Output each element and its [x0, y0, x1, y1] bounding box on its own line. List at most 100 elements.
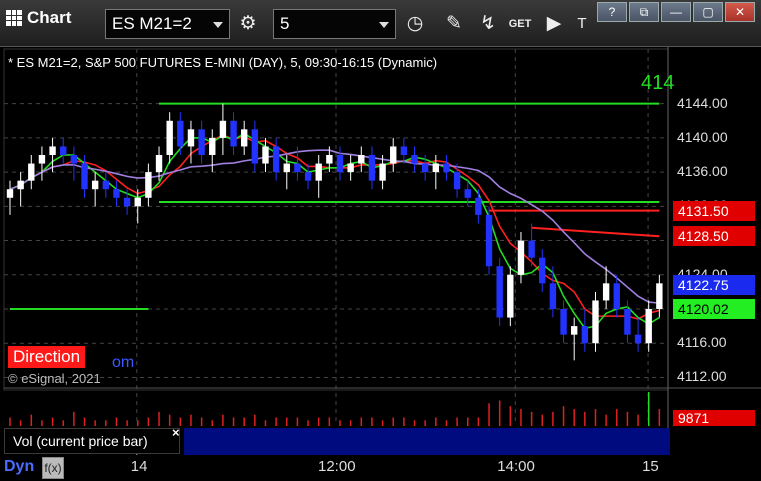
candle-body	[81, 163, 88, 190]
candle-body	[113, 189, 120, 198]
volume-marker: 9871	[673, 410, 755, 426]
candle-body	[38, 155, 46, 164]
y-tick-label: 4144.00	[677, 94, 728, 111]
get-icon[interactable]: GET	[506, 10, 534, 38]
candle-body	[251, 129, 259, 164]
price-chart[interactable]	[0, 47, 761, 455]
candle-body	[358, 155, 365, 164]
candle-body	[198, 129, 205, 155]
candle-body	[315, 163, 322, 181]
candle-body	[485, 214, 493, 267]
x-tick-label: 14	[130, 458, 148, 475]
candle-body	[262, 146, 269, 164]
price-marker: 4128.50	[673, 226, 755, 247]
help-button[interactable]: ?	[597, 2, 627, 22]
y-tick-label: 4136.00	[677, 163, 728, 180]
candle-body	[17, 180, 24, 190]
candle-body	[241, 129, 248, 147]
candle-body	[155, 155, 163, 173]
candle-body	[613, 283, 620, 309]
candle-body	[60, 146, 67, 155]
candle-body	[507, 274, 514, 318]
candle-body	[634, 334, 642, 344]
close-button[interactable]: ✕	[725, 2, 755, 22]
candle-body	[624, 309, 631, 335]
function-icon[interactable]: f(x)	[42, 457, 64, 479]
candle-body	[432, 163, 439, 173]
chart-title-label: Chart	[27, 8, 72, 27]
candle-body	[145, 172, 152, 198]
symbol-value: ES M21=2	[112, 14, 192, 33]
play-icon[interactable]: ▶	[540, 10, 568, 38]
volume-bar-area	[184, 428, 670, 455]
price-marker: 4122.75	[673, 275, 755, 296]
price-marker: 4120.02	[673, 298, 755, 319]
chevron-down-icon	[379, 22, 389, 28]
window-controls: ? ⧉ — ▢ ✕	[597, 2, 755, 22]
price-marker: 4131.50	[673, 200, 755, 221]
direction-suffix-link[interactable]: om	[112, 354, 134, 372]
candle-body	[443, 163, 450, 173]
interval-select[interactable]: 5	[273, 9, 396, 39]
candle-body	[592, 300, 599, 344]
candle-body	[219, 120, 227, 138]
candle-body	[421, 163, 429, 173]
candle-body	[539, 257, 546, 284]
level-line-red_level_2	[531, 226, 660, 238]
clock-icon[interactable]: ◷	[401, 10, 429, 38]
chevron-down-icon	[213, 22, 223, 28]
right-clipped-label: 414	[641, 72, 675, 94]
text-tool-icon[interactable]: T	[568, 10, 596, 38]
candle-body	[209, 137, 216, 155]
maximize-button[interactable]: ▢	[693, 2, 723, 22]
candle-body	[464, 189, 471, 198]
candle-body	[602, 283, 610, 301]
copyright-label: © eSignal, 2021	[8, 371, 101, 386]
candle-body	[102, 180, 109, 190]
gear-icon[interactable]: ⚙	[234, 10, 262, 38]
candle-body	[645, 309, 652, 344]
chart-grid-icon	[6, 10, 22, 26]
candle-body	[411, 155, 418, 164]
study-icon[interactable]: ↯	[474, 10, 502, 38]
volume-study-label[interactable]: Vol (current price bar)	[4, 428, 180, 454]
candle-body	[304, 172, 312, 181]
restore-button[interactable]: ⧉	[629, 2, 659, 22]
interval-value: 5	[280, 14, 290, 33]
candle-body	[6, 189, 14, 198]
minimize-button[interactable]: —	[661, 2, 691, 22]
direction-badge[interactable]: Direction	[8, 346, 86, 368]
candle-body	[283, 163, 290, 173]
candle-body	[230, 120, 237, 147]
close-icon[interactable]: ×	[172, 425, 180, 440]
candle-body	[177, 120, 184, 147]
candle-body	[581, 326, 589, 344]
candle-body	[336, 155, 344, 173]
chart-info-line: * ES M21=2, S&P 500 FUTURES E-MINI (DAY)…	[8, 55, 438, 70]
candle-body	[326, 155, 333, 164]
pencil-icon[interactable]: ✎	[440, 10, 468, 38]
candle-body	[368, 155, 376, 181]
chart-title[interactable]: Chart	[6, 8, 71, 28]
candle-body	[390, 146, 397, 164]
candle-body	[187, 129, 195, 147]
candle-body	[560, 309, 567, 335]
symbol-select[interactable]: ES M21=2	[105, 9, 230, 39]
candle-body	[656, 283, 663, 309]
candle-body	[528, 240, 535, 258]
y-tick-label: 4140.00	[677, 128, 728, 145]
dynamic-label[interactable]: Dyn	[4, 458, 34, 476]
candle-body	[272, 146, 280, 173]
candle-body	[70, 155, 78, 164]
candle-body	[91, 180, 99, 190]
x-tick-label: 12:00	[318, 458, 356, 475]
candle-body	[28, 163, 35, 181]
candle-body	[347, 163, 354, 173]
candle-body	[400, 146, 408, 155]
candle-body	[496, 266, 503, 318]
purple-moving-average	[9, 149, 660, 304]
y-tick-label: 4112.00	[677, 368, 727, 385]
y-tick-label: 4116.00	[677, 334, 727, 351]
candle-body	[453, 172, 461, 190]
candle-body	[166, 120, 173, 155]
